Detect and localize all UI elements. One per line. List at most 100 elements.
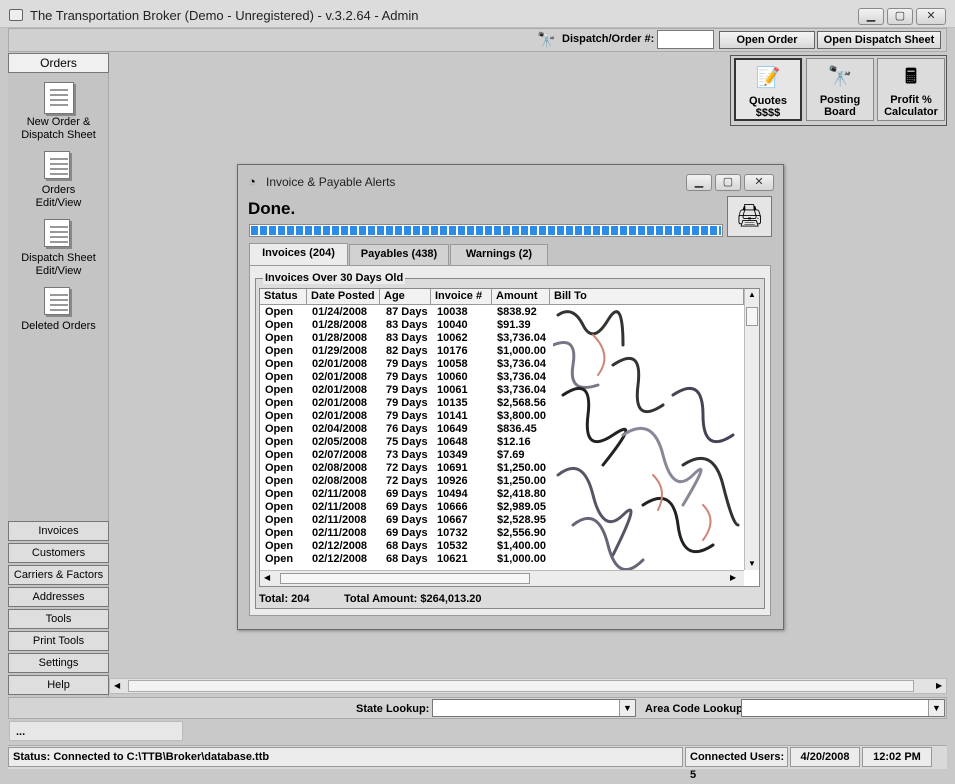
dispatch-order-input[interactable] [657, 30, 714, 49]
cell-age: 75 Days [386, 436, 428, 448]
tab-invoices-alerts[interactable]: Invoices (204) [249, 243, 348, 266]
maximize-button[interactable]: ▢ [887, 8, 913, 25]
scroll-thumb[interactable] [746, 307, 758, 326]
grid-horizontal-scrollbar[interactable]: ◀ ▶ [260, 570, 744, 586]
document-edit-icon [44, 151, 70, 179]
sidebar-item-label: New Order & [26, 116, 91, 128]
cell-date-posted: 01/28/2008 [312, 332, 368, 344]
scroll-thumb[interactable] [280, 573, 530, 584]
cell-amount: $2,528.95 [497, 514, 546, 526]
tab-settings[interactable]: Settings [8, 653, 109, 673]
cell-date-posted: 02/01/2008 [312, 384, 368, 396]
calculator-icon: 🖩 [905, 66, 917, 88]
scroll-right-icon[interactable]: ▶ [730, 573, 736, 582]
column-header-date-posted[interactable]: Date Posted [307, 289, 380, 305]
cell-date-posted: 02/11/2008 [312, 514, 367, 526]
close-button[interactable]: ✕ [916, 8, 946, 25]
column-header-status[interactable]: Status [260, 289, 307, 305]
cell-date-posted: 02/12/2008 [312, 553, 368, 565]
column-header-amount[interactable]: Amount [492, 289, 550, 305]
cell-date-posted: 02/01/2008 [312, 397, 368, 409]
cell-amount: $1,250.00 [497, 462, 546, 474]
app-icon [9, 9, 23, 21]
cell-status: Open [265, 397, 294, 409]
status-date: 4/20/2008 [790, 747, 860, 767]
cell-age: 79 Days [386, 384, 428, 396]
minimize-button[interactable]: ▁ [858, 8, 884, 25]
cell-invoice: 10494 [437, 488, 468, 500]
sidebar-item-orders-edit[interactable]: Orders Edit/View [8, 151, 109, 211]
tab-customers[interactable]: Customers [8, 543, 109, 563]
cell-invoice: 10621 [437, 553, 468, 565]
quotes-button[interactable]: 📝 Quotes $$$$ [734, 58, 802, 121]
cell-status: Open [265, 501, 294, 513]
sidebar-item-label: Deleted Orders [21, 320, 96, 332]
alert-icon: ◔ [248, 174, 256, 189]
print-button[interactable]: 🖨 [727, 196, 772, 237]
tab-help[interactable]: Help [8, 675, 109, 695]
column-header-bill-to[interactable]: Bill To [550, 289, 744, 305]
tab-warnings[interactable]: Warnings (2) [450, 244, 548, 265]
dialog-close-button[interactable]: ✕ [744, 174, 774, 191]
quick-actions-panel: 📝 Quotes $$$$ 🔭 Posting Board 🖩 Profit %… [730, 55, 947, 126]
sidebar-item-label: Orders [41, 184, 76, 196]
cell-amount: $1,000.00 [497, 345, 546, 357]
quote-pad-icon: 📝 [755, 67, 781, 89]
scroll-left-icon[interactable]: ◀ [264, 573, 270, 582]
tab-orders[interactable]: Orders [8, 53, 109, 73]
sidebar-item-deleted-orders[interactable]: Deleted Orders [8, 287, 109, 332]
main-horizontal-scrollbar[interactable]: ◀ ▶ [109, 678, 947, 694]
total-amount: Total Amount: $264,013.20 [344, 593, 482, 605]
tab-invoices[interactable]: Invoices [8, 521, 109, 541]
tab-tools[interactable]: Tools [8, 609, 109, 629]
column-header-invoice[interactable]: Invoice # [431, 289, 492, 305]
board-label: Board [824, 106, 856, 118]
cell-status: Open [265, 410, 294, 422]
cell-amount: $1,250.00 [497, 475, 546, 487]
tab-print-tools[interactable]: Print Tools [8, 631, 109, 651]
cell-status: Open [265, 371, 294, 383]
scroll-thumb[interactable] [128, 680, 914, 692]
sidebar-item-label: Dispatch Sheet [21, 129, 96, 141]
binoculars-icon: 🔭 [537, 32, 556, 49]
chevron-down-icon[interactable]: ▼ [928, 700, 944, 716]
open-dispatch-sheet-button[interactable]: Open Dispatch Sheet [817, 31, 941, 49]
scroll-down-icon[interactable]: ▼ [748, 559, 756, 568]
sidebar-item-dispatch-edit[interactable]: Dispatch Sheet Edit/View [8, 219, 109, 279]
scroll-up-icon[interactable]: ▲ [748, 290, 756, 299]
cell-status: Open [265, 449, 294, 461]
cell-amount: $2,418.80 [497, 488, 546, 500]
cell-status: Open [265, 319, 294, 331]
tab-addresses[interactable]: Addresses [8, 587, 109, 607]
cell-age: 79 Days [386, 371, 428, 383]
scroll-right-icon[interactable]: ▶ [936, 681, 942, 690]
scroll-left-icon[interactable]: ◀ [114, 681, 120, 690]
cell-age: 73 Days [386, 449, 428, 461]
cell-amount: $7.69 [497, 449, 525, 461]
cell-amount: $836.45 [497, 423, 537, 435]
bill-to-scrambled-image [553, 310, 740, 570]
dialog-maximize-button[interactable]: ▢ [715, 174, 741, 191]
cell-date-posted: 02/05/2008 [312, 436, 368, 448]
connected-users: Connected Users: 5 [685, 747, 788, 781]
state-lookup-select[interactable]: ▼ [432, 699, 636, 717]
dialog-minimize-button[interactable]: ▁ [686, 174, 712, 191]
sidebar-item-new-order[interactable]: New Order & Dispatch Sheet [8, 82, 109, 142]
column-header-age[interactable]: Age [380, 289, 431, 305]
cell-status: Open [265, 423, 294, 435]
tab-payables[interactable]: Payables (438) [349, 244, 449, 265]
chevron-down-icon[interactable]: ▼ [619, 700, 635, 716]
cell-status: Open [265, 384, 294, 396]
cell-status: Open [265, 514, 294, 526]
posting-board-button[interactable]: 🔭 Posting Board [806, 58, 874, 121]
cell-status: Open [265, 540, 294, 552]
grid-vertical-scrollbar[interactable]: ▲ ▼ [744, 289, 759, 570]
open-order-button[interactable]: Open Order [719, 31, 815, 49]
profit-calculator-button[interactable]: 🖩 Profit % Calculator [877, 58, 945, 121]
progress-bar [249, 224, 723, 237]
cell-amount: $1,400.00 [497, 540, 546, 552]
area-code-lookup-select[interactable]: ▼ [741, 699, 945, 717]
cell-age: 69 Days [386, 527, 428, 539]
tab-carriers-factors[interactable]: Carriers & Factors [8, 565, 109, 585]
bill-to-column [553, 305, 743, 570]
